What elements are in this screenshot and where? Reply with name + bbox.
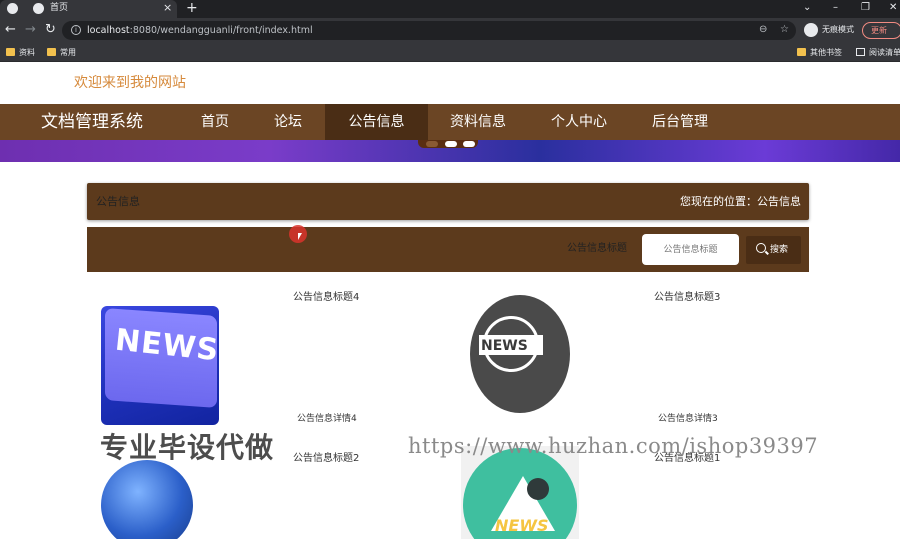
- microphone-icon: [527, 478, 549, 500]
- browser-toolbar: ← → ↻ i localhost:8080/wendangguanli/fro…: [0, 18, 900, 43]
- tab-search-icon[interactable]: ⌄: [803, 0, 811, 16]
- notice-image[interactable]: NEWS: [101, 286, 219, 425]
- page-content: 欢迎来到我的网站 文档管理系统 首页 论坛 公告信息 资料信息 个人中心 后台管…: [0, 62, 900, 539]
- notice-detail: 公告信息详情4: [297, 414, 357, 424]
- carousel-indicators: [418, 140, 478, 148]
- globe-icon: [101, 460, 193, 539]
- carousel-dot[interactable]: [463, 141, 475, 147]
- nav-materials[interactable]: 资料信息: [440, 104, 516, 140]
- notice-title[interactable]: 公告信息标题3: [654, 291, 720, 305]
- welcome-text: 欢迎来到我的网站: [74, 75, 186, 91]
- folder-icon: [47, 48, 56, 56]
- main-navbar: 文档管理系统 首页 论坛 公告信息 资料信息 个人中心 后台管理: [0, 104, 900, 140]
- section-title: 公告信息: [96, 195, 140, 208]
- incognito-icon[interactable]: [804, 23, 818, 37]
- carousel-banner: [0, 140, 900, 162]
- site-brand[interactable]: 文档管理系统: [41, 112, 143, 132]
- bookmark-other[interactable]: 其他书签: [797, 46, 842, 59]
- nav-notices[interactable]: 公告信息: [325, 104, 428, 140]
- notice-detail: 公告信息详情3: [658, 414, 718, 424]
- reading-list-icon: [856, 48, 865, 56]
- nav-home[interactable]: 首页: [185, 104, 245, 140]
- window-close-icon[interactable]: ✕: [889, 0, 897, 16]
- notice-image[interactable]: NEWS: [461, 286, 579, 425]
- minimize-icon[interactable]: –: [833, 0, 838, 16]
- url-text[interactable]: localhost:8080/wendangguanli/front/index…: [87, 24, 313, 37]
- bookmark-folder-changyong[interactable]: 常用: [47, 46, 76, 59]
- search-label: 公告信息标题: [567, 243, 627, 254]
- news-image-text: NEWS: [481, 338, 528, 354]
- site-info-icon[interactable]: i: [71, 25, 81, 35]
- incognito-label: 无痕模式: [822, 25, 854, 34]
- tab-close-icon[interactable]: ×: [163, 1, 172, 15]
- bookmarks-bar: 资料 常用 其他书签 阅读清单: [0, 43, 900, 62]
- update-button[interactable]: 更新: [862, 22, 900, 39]
- new-tab-button[interactable]: +: [186, 0, 198, 17]
- tab-favicon-icon: [7, 3, 18, 14]
- zoom-icon[interactable]: ⊖: [759, 23, 767, 37]
- tab-strip: 首页 × + ⌄ – ❐ ✕: [0, 0, 900, 18]
- notice-title[interactable]: 公告信息标题2: [293, 452, 359, 466]
- page-favicon-icon: [33, 3, 44, 14]
- back-icon[interactable]: ←: [5, 22, 16, 38]
- carousel-dot[interactable]: [426, 141, 438, 147]
- nav-forum[interactable]: 论坛: [258, 104, 318, 140]
- breadcrumb: 您现在的位置：公告信息: [680, 195, 801, 208]
- restore-icon[interactable]: ❐: [861, 0, 870, 16]
- browser-tab[interactable]: 首页 ×: [0, 0, 177, 18]
- nav-admin[interactable]: 后台管理: [642, 104, 718, 140]
- bookmark-reading-list[interactable]: 阅读清单: [856, 46, 900, 59]
- search-button[interactable]: 搜索: [746, 236, 801, 264]
- reload-icon[interactable]: ↻: [45, 22, 56, 38]
- tab-title: 首页: [50, 3, 69, 13]
- bookmark-folder-ziliao[interactable]: 资料: [6, 46, 35, 59]
- search-icon: [756, 243, 766, 253]
- notice-title[interactable]: 公告信息标题4: [293, 291, 359, 305]
- watermark-text: 专业毕设代做: [100, 431, 275, 464]
- nav-profile[interactable]: 个人中心: [541, 104, 617, 140]
- address-bar[interactable]: i localhost:8080/wendangguanli/front/ind…: [62, 21, 796, 40]
- search-button-label: 搜索: [770, 245, 789, 255]
- cursor-arrow-icon: [298, 233, 302, 240]
- notice-image[interactable]: NEWS: [461, 446, 579, 539]
- star-icon[interactable]: ☆: [780, 23, 789, 37]
- watermark-url: https://www.huzhan.com/ishop39397: [408, 434, 819, 458]
- search-input[interactable]: [642, 234, 739, 265]
- news-image-text: NEWS: [495, 516, 549, 535]
- search-bar: 公告信息标题 搜索: [87, 227, 809, 272]
- carousel-dot[interactable]: [445, 141, 457, 147]
- folder-icon: [6, 48, 15, 56]
- forward-icon[interactable]: →: [25, 22, 36, 38]
- breadcrumb-bar: 公告信息 您现在的位置：公告信息: [87, 183, 809, 220]
- folder-icon: [797, 48, 806, 56]
